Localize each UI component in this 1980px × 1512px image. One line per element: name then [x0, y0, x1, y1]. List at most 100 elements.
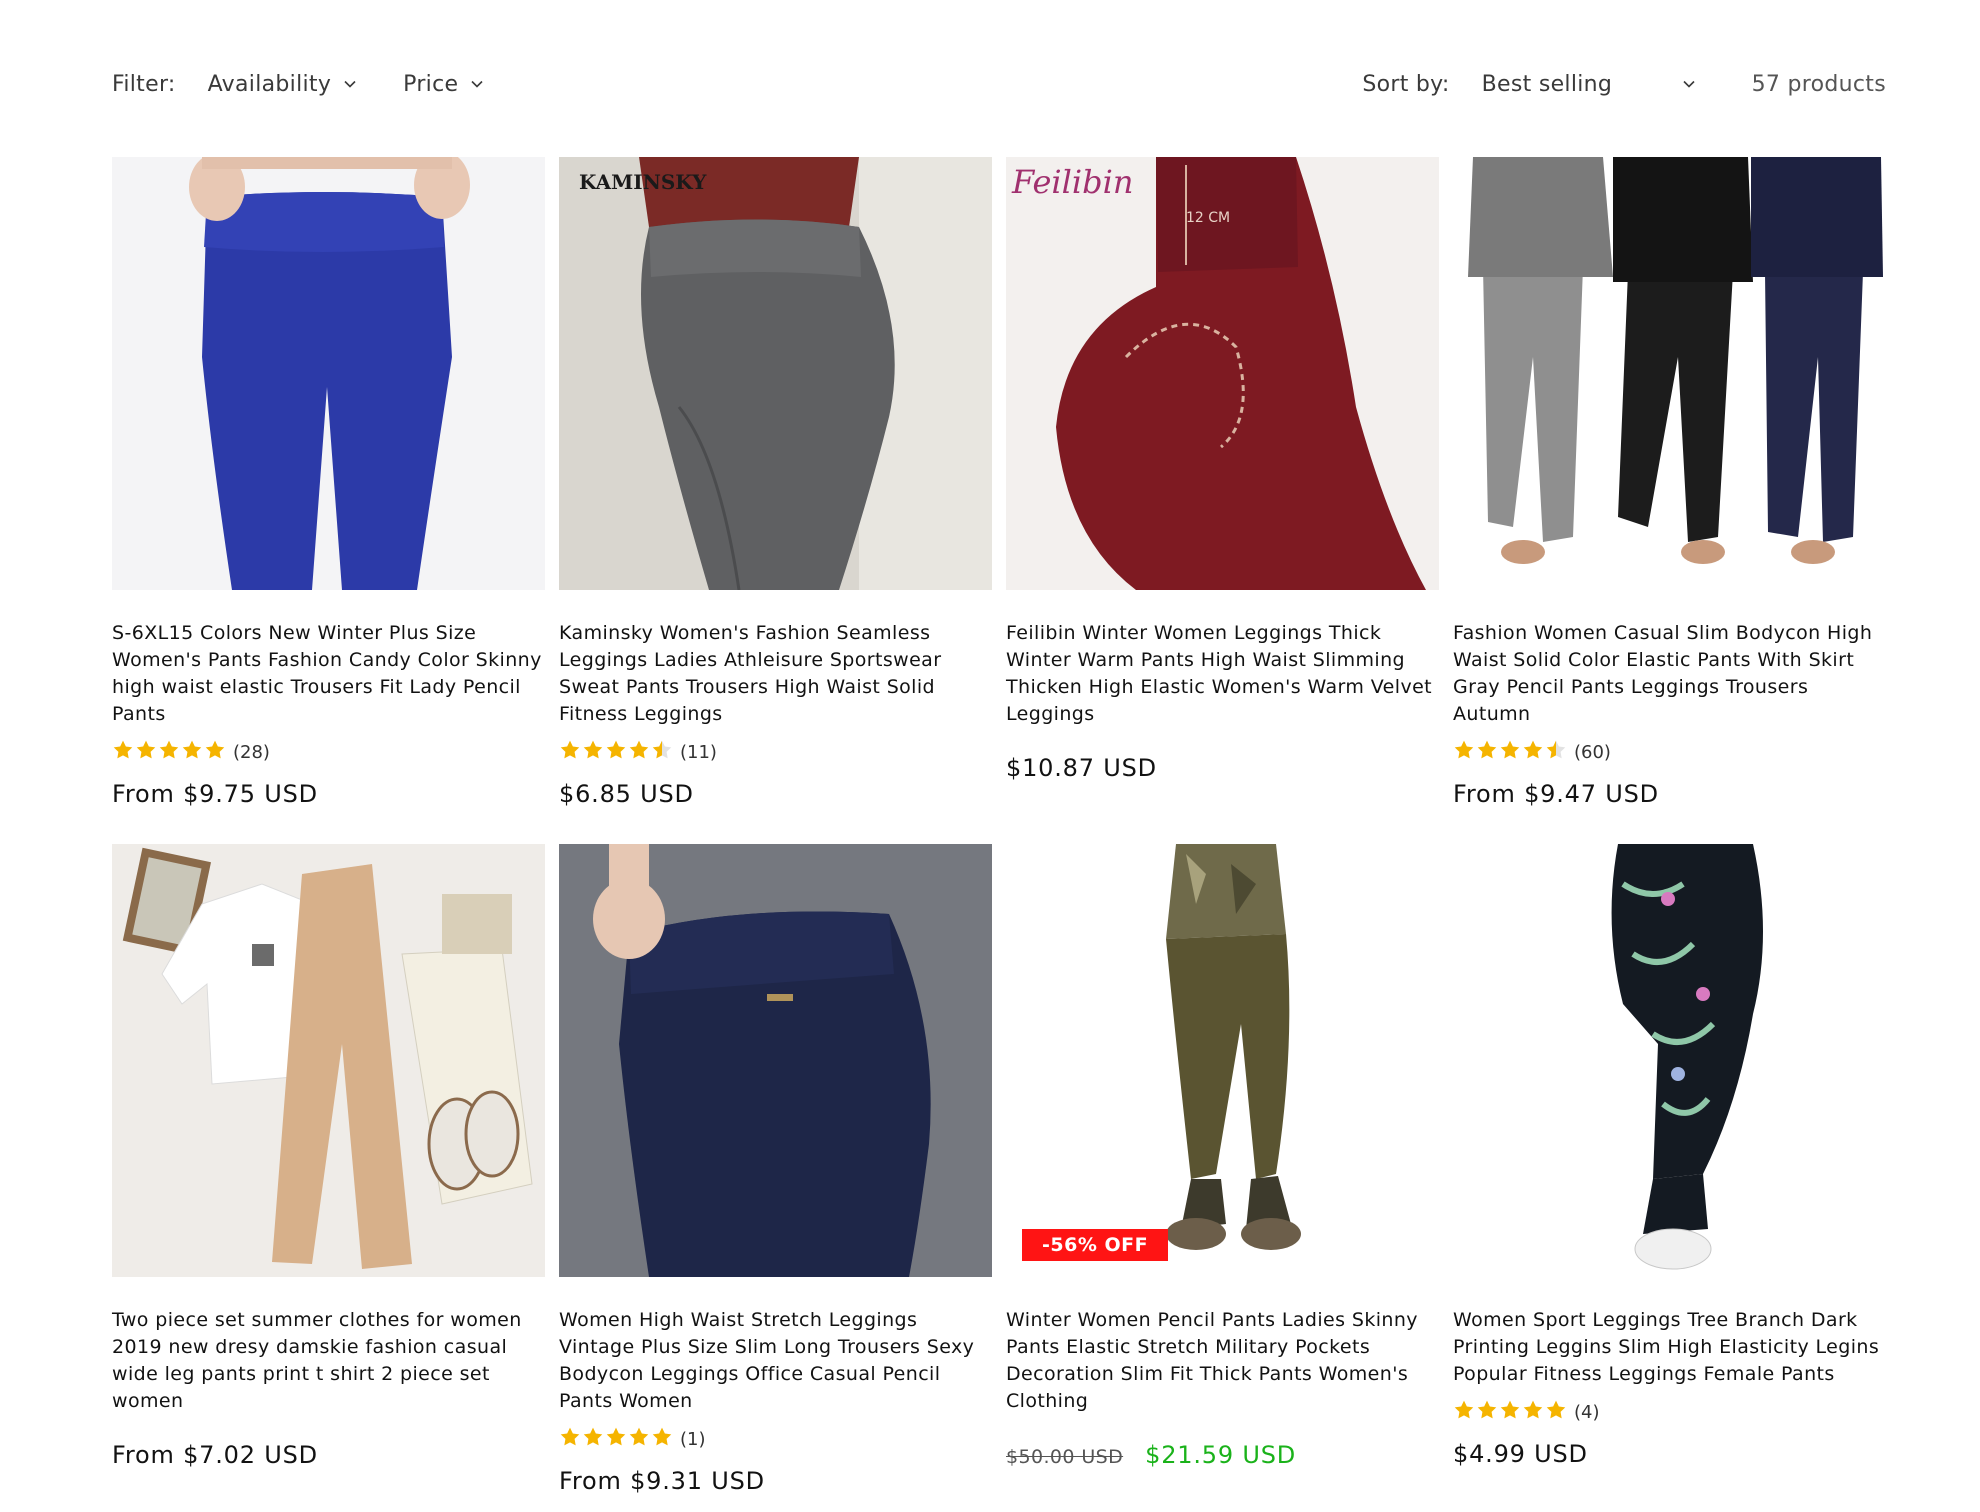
product-card: Women Sport Leggings Tree Branch Dark Pr…: [1453, 844, 1886, 1495]
product-image-link[interactable]: KAMINSKY: [559, 157, 992, 590]
image-brand-text: KAMINSKY: [579, 170, 707, 194]
product-title[interactable]: Kaminsky Women's Fashion Seamless Leggin…: [559, 620, 992, 728]
product-title[interactable]: Women Sport Leggings Tree Branch Dark Pr…: [1453, 1307, 1886, 1388]
star-icon: [1499, 739, 1522, 766]
product-title[interactable]: Fashion Women Casual Slim Bodycon High W…: [1453, 620, 1886, 728]
product-image-camo-pants: [1006, 844, 1439, 1277]
star-icon: [204, 739, 227, 766]
product-card: S-6XL15 Colors New Winter Plus Size Wome…: [112, 157, 545, 808]
product-title[interactable]: Feilibin Winter Women Leggings Thick Win…: [1006, 620, 1439, 728]
product-price: From $9.31 USD: [559, 1467, 765, 1495]
product-image-link[interactable]: [559, 844, 992, 1277]
product-title[interactable]: Women High Waist Stretch Leggings Vintag…: [559, 1307, 992, 1415]
review-count: (28): [233, 742, 270, 763]
product-title[interactable]: S-6XL15 Colors New Winter Plus Size Wome…: [112, 620, 545, 728]
star-icon: [158, 739, 181, 766]
filter-price[interactable]: Price: [403, 72, 484, 97]
filter-availability-label: Availability: [207, 71, 332, 97]
review-count: (60): [1574, 742, 1611, 763]
filter-label: Filter:: [112, 71, 176, 97]
discount-badge: -56% OFF: [1022, 1229, 1169, 1261]
sale-price: $21.59 USD: [1145, 1441, 1297, 1469]
review-count: (11): [680, 742, 717, 763]
star-icon: [135, 739, 158, 766]
star-icon: [651, 739, 674, 766]
product-image-navy-pants: [559, 844, 992, 1277]
product-price: $6.85 USD: [559, 780, 694, 808]
star-icon: [582, 739, 605, 766]
chevron-down-icon: [1682, 77, 1696, 91]
star-icon: [181, 739, 204, 766]
star-icon: [559, 739, 582, 766]
image-brand-text: Feilibin: [1011, 163, 1133, 201]
star-icon: [651, 1426, 674, 1453]
product-image-burgundy-leggings: 12 CM Feilibin: [1006, 157, 1439, 590]
product-image-flatlay-outfit: [112, 844, 545, 1277]
product-card: Fashion Women Casual Slim Bodycon High W…: [1453, 157, 1886, 808]
star-icon: [628, 1426, 651, 1453]
product-count: 57 products: [1751, 71, 1886, 97]
product-price: From $9.47 USD: [1453, 780, 1659, 808]
star-icon: [582, 1426, 605, 1453]
star-icon: [1453, 739, 1476, 766]
product-image-link[interactable]: [1453, 157, 1886, 590]
collection-toolbar: Filter: Availability Price Sort by: Best…: [112, 62, 1886, 106]
star-icon: [559, 1426, 582, 1453]
product-rating: (28): [112, 739, 545, 766]
filter-price-label: Price: [403, 71, 459, 97]
chevron-down-icon: [470, 77, 484, 91]
image-measure-text: 12 CM: [1186, 210, 1230, 226]
product-card: -56% OFF Winter Women Pencil Pants Ladie…: [1006, 844, 1439, 1495]
product-rating: (1): [559, 1426, 992, 1453]
sort-label: Sort by:: [1362, 71, 1450, 97]
product-card: Two piece set summer clothes for women 2…: [112, 844, 545, 1495]
product-image-link[interactable]: 12 CM Feilibin: [1006, 157, 1439, 590]
product-image-skirted-leggings: [1453, 157, 1886, 590]
product-price: $4.99 USD: [1453, 1440, 1588, 1468]
product-price: From $9.75 USD: [112, 780, 318, 808]
star-icon: [112, 739, 135, 766]
rating-stars: [1453, 1399, 1568, 1426]
product-card: 12 CM Feilibin Feilibin Winter Women Leg…: [1006, 157, 1439, 808]
product-image-link[interactable]: [112, 844, 545, 1277]
chevron-down-icon: [343, 77, 357, 91]
product-price: $10.87 USD: [1006, 754, 1157, 782]
star-icon: [1545, 1399, 1568, 1426]
product-image-link[interactable]: [112, 157, 545, 590]
star-icon: [1499, 1399, 1522, 1426]
compare-at-price: $50.00 USD: [1006, 1446, 1124, 1468]
star-icon: [1453, 1399, 1476, 1426]
product-image-blue-leggings: [112, 157, 545, 590]
star-icon: [1476, 1399, 1499, 1426]
sort-select[interactable]: Best selling: [1482, 72, 1696, 97]
product-title[interactable]: Winter Women Pencil Pants Ladies Skinny …: [1006, 1307, 1439, 1415]
product-rating: (11): [559, 739, 992, 766]
rating-stars: [559, 1426, 674, 1453]
star-icon: [605, 739, 628, 766]
review-count: (1): [680, 1429, 706, 1450]
rating-stars: [559, 739, 674, 766]
product-image-link[interactable]: -56% OFF: [1006, 844, 1439, 1277]
star-icon: [628, 739, 651, 766]
product-image-floral-leggings: [1453, 844, 1886, 1277]
star-icon: [605, 1426, 628, 1453]
filter-availability[interactable]: Availability: [208, 72, 358, 97]
product-price: From $7.02 USD: [112, 1441, 318, 1469]
product-price: $50.00 USD $21.59 USD: [1006, 1441, 1439, 1469]
product-card: KAMINSKY Kaminsky Women's Fashion Seamle…: [559, 157, 992, 808]
product-grid: S-6XL15 Colors New Winter Plus Size Wome…: [112, 157, 1886, 1495]
star-icon: [1522, 1399, 1545, 1426]
product-title[interactable]: Two piece set summer clothes for women 2…: [112, 1307, 545, 1415]
rating-stars: [1453, 739, 1568, 766]
product-image-grey-ribbed-leggings: KAMINSKY: [559, 157, 992, 590]
sort-value: Best selling: [1481, 71, 1613, 97]
product-rating: (60): [1453, 739, 1886, 766]
rating-stars: [112, 739, 227, 766]
product-image-link[interactable]: [1453, 844, 1886, 1277]
product-card: Women High Waist Stretch Leggings Vintag…: [559, 844, 992, 1495]
star-icon: [1522, 739, 1545, 766]
star-icon: [1476, 739, 1499, 766]
product-rating: (4): [1453, 1399, 1886, 1426]
review-count: (4): [1574, 1402, 1600, 1423]
star-icon: [1545, 739, 1568, 766]
